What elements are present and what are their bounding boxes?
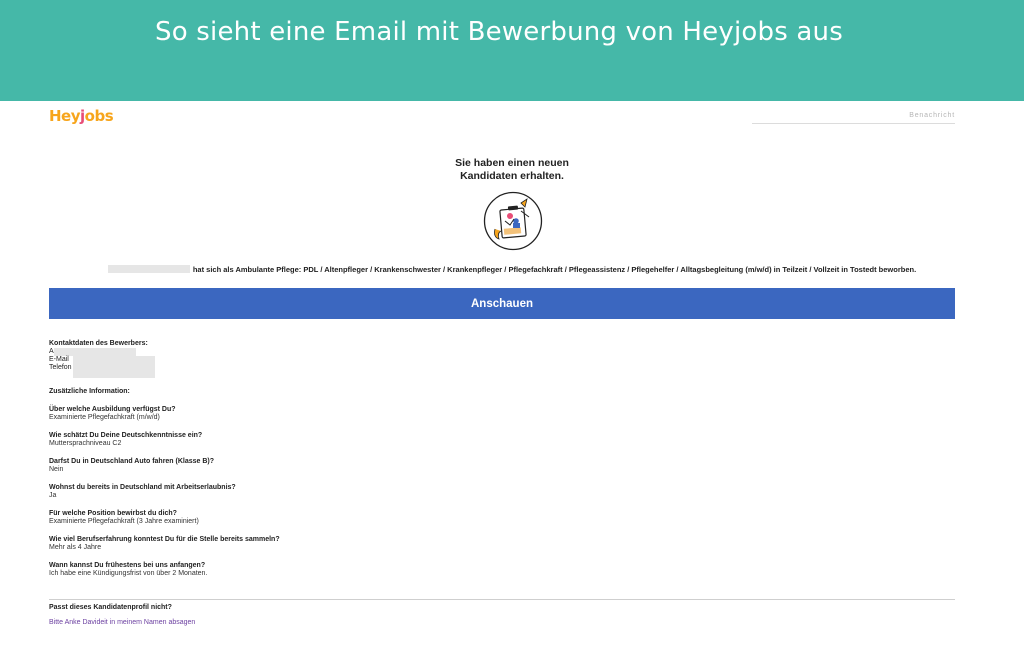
phone-label: Telefon — [49, 364, 72, 371]
extra-info-title: Zusätzliche Information: — [49, 388, 130, 395]
email-body: Heyjobs Benachricht Sie haben einen neue… — [0, 101, 1024, 654]
footer-question: Passt dieses Kandidatenprofil nicht? — [49, 604, 172, 611]
notification-label: Benachricht — [909, 112, 955, 119]
notification-area: Benachricht — [752, 112, 955, 124]
candidate-clipboard-illustration — [483, 191, 543, 251]
question: Wann kannst Du frühestens bei uns anfang… — [49, 562, 206, 569]
question: Wie schätzt Du Deine Deutschkenntnisse e… — [49, 432, 203, 439]
qa-item: Über welche Ausbildung verfügst Du? Exam… — [49, 406, 649, 422]
redacted-candidate-name — [107, 265, 190, 273]
question: Wohnst du bereits in Deutschland mit Arb… — [49, 484, 236, 491]
banner-title: So sieht eine Email mit Bewerbung von He… — [155, 17, 843, 47]
qa-item: Wie viel Berufserfahrung konntest Du für… — [49, 536, 649, 552]
header-banner: So sieht eine Email mit Bewerbung von He… — [0, 0, 1024, 101]
candidate-info: Kontaktdaten des Bewerbers: A E-Mail Tel… — [49, 340, 649, 578]
qa-item: Wie schätzt Du Deine Deutschkenntnisse e… — [49, 432, 649, 448]
view-candidate-button[interactable]: Anschauen — [49, 288, 955, 319]
answer: Ja — [49, 492, 57, 499]
footer-divider — [49, 599, 955, 600]
decline-candidate-link[interactable]: Bitte Anke Davideit in meinem Namen absa… — [49, 619, 195, 626]
application-text: hat sich als Ambulante Pflege: PDL / Alt… — [192, 265, 917, 274]
answer: Mehr als 4 Jahre — [49, 544, 102, 551]
headline-line-2: Kandidaten erhalten. — [460, 170, 564, 182]
question: Wie viel Berufserfahrung konntest Du für… — [49, 536, 280, 543]
qa-item: Wohnst du bereits in Deutschland mit Arb… — [49, 484, 649, 500]
answer: Muttersprachniveau C2 — [49, 440, 122, 447]
redacted-name — [53, 348, 136, 356]
heyjobs-logo: Heyjobs — [49, 107, 114, 125]
answer: Examinierte Pflegefachkraft (3 Jahre exa… — [49, 518, 199, 525]
logo-part-obs: obs — [84, 107, 114, 125]
qa-item: Wann kannst Du frühestens bei uns anfang… — [49, 562, 649, 578]
email-headline: Sie haben einen neuen Kandidaten erhalte… — [380, 157, 644, 183]
logo-part-hey: Hey — [49, 107, 81, 125]
answer: Ich habe eine Kündigungsfrist von über 2… — [49, 570, 208, 577]
qa-item: Darfst Du in Deutschland Auto fahren (Kl… — [49, 458, 649, 474]
contact-section: Kontaktdaten des Bewerbers: A E-Mail Tel… — [49, 340, 649, 378]
question: Für welche Position bewirbst du dich? — [49, 510, 177, 517]
question: Darfst Du in Deutschland Auto fahren (Kl… — [49, 458, 215, 465]
email-label: E-Mail — [49, 356, 69, 363]
application-summary: hat sich als Ambulante Pflege: PDL / Alt… — [0, 265, 1024, 274]
qa-item: Für welche Position bewirbst du dich? Ex… — [49, 510, 649, 526]
headline-line-1: Sie haben einen neuen — [455, 157, 569, 169]
redacted-contact-details — [73, 356, 155, 378]
answer: Examinierte Pflegefachkraft (m/w/d) — [49, 414, 160, 421]
answer: Nein — [49, 466, 64, 473]
contact-title: Kontaktdaten des Bewerbers: — [49, 340, 148, 347]
question: Über welche Ausbildung verfügst Du? — [49, 406, 176, 413]
contact-name-row: A — [49, 348, 649, 356]
